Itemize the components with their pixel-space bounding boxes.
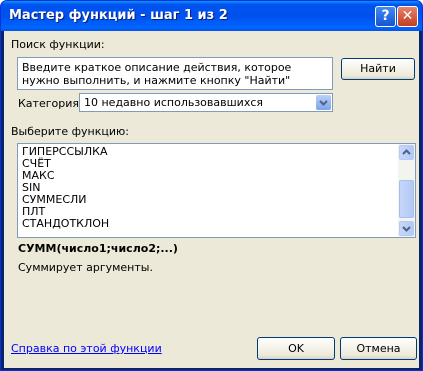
function-description: Суммирует аргументы. bbox=[18, 261, 153, 274]
ok-button[interactable]: OK bbox=[257, 337, 335, 360]
list-scrollbar[interactable] bbox=[398, 144, 415, 237]
find-button[interactable]: Найти bbox=[341, 58, 415, 80]
search-description-input[interactable]: Введите краткое описание действия, котор… bbox=[17, 57, 333, 90]
search-label: Поиск функции: bbox=[11, 38, 105, 51]
dropdown-arrow-button[interactable] bbox=[316, 95, 331, 110]
chevron-down-icon bbox=[319, 100, 328, 106]
chevron-down-icon bbox=[402, 226, 411, 232]
function-list[interactable]: ГИПЕРССЫЛКА СЧЁТ МАКС SIN СУММЕСЛИ ПЛТ С… bbox=[17, 143, 416, 238]
window-title: Мастер функций - шаг 1 из 2 bbox=[9, 8, 228, 23]
select-function-label: Выберите функцию: bbox=[11, 125, 129, 138]
scroll-up-button[interactable] bbox=[399, 145, 414, 160]
list-item[interactable]: СТАНДОТКЛОН bbox=[22, 218, 109, 230]
scroll-down-button[interactable] bbox=[399, 221, 414, 236]
category-value: 10 недавно использовавшихся bbox=[84, 96, 264, 109]
cancel-button[interactable]: Отмена bbox=[340, 337, 417, 360]
help-button[interactable]: ? bbox=[375, 6, 396, 27]
dialog-body: Поиск функции: Введите краткое описание … bbox=[4, 31, 419, 368]
category-label: Категория: bbox=[18, 97, 83, 110]
function-signature: СУММ(число1;число2;...) bbox=[18, 242, 178, 255]
function-help-link[interactable]: Справка по этой функции bbox=[11, 342, 162, 355]
scroll-thumb[interactable] bbox=[399, 180, 414, 218]
category-select[interactable]: 10 недавно использовавшихся bbox=[79, 93, 333, 112]
function-wizard-window: Мастер функций - шаг 1 из 2 ? ✕ Поиск фу… bbox=[0, 0, 423, 371]
close-button[interactable]: ✕ bbox=[397, 6, 418, 27]
title-bar[interactable]: Мастер функций - шаг 1 из 2 ? ✕ bbox=[1, 1, 422, 31]
chevron-up-icon bbox=[402, 149, 411, 155]
